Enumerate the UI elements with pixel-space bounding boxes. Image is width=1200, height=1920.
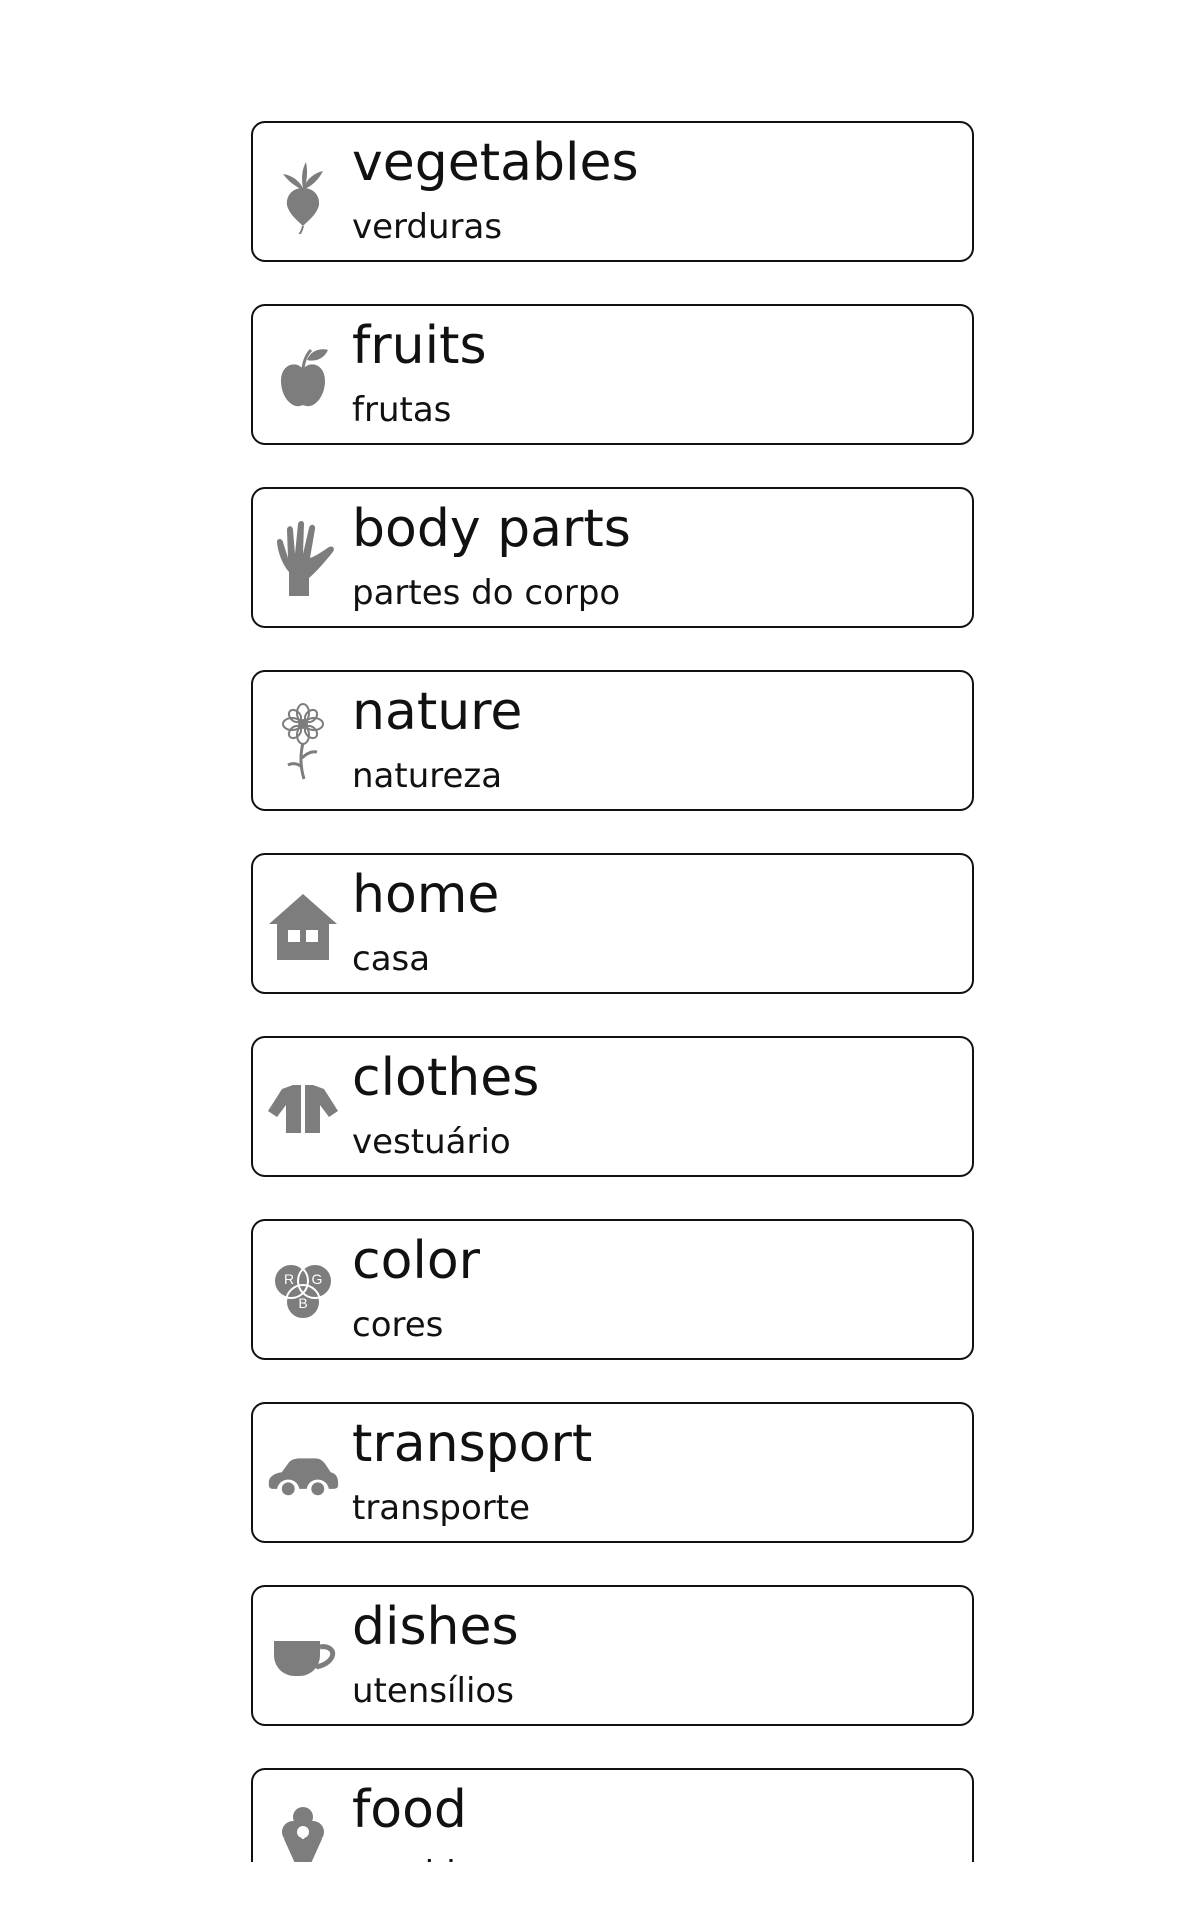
hand-icon — [267, 517, 339, 603]
category-title: fruits — [352, 316, 487, 376]
category-subtitle: partes do corpo — [352, 573, 621, 613]
category-title: transport — [352, 1414, 593, 1474]
cup-icon — [267, 1615, 339, 1701]
category-nature-button[interactable]: nature natureza — [251, 670, 974, 811]
category-title: food — [352, 1780, 467, 1840]
category-subtitle: verduras — [352, 207, 503, 247]
radish-icon — [267, 151, 339, 237]
category-transport-button[interactable]: transport transporte — [251, 1402, 974, 1543]
category-title: body parts — [352, 499, 631, 559]
category-subtitle: utensílios — [352, 1671, 514, 1711]
jacket-icon — [267, 1066, 339, 1152]
category-clothes-button[interactable]: clothes vestuário — [251, 1036, 974, 1177]
apple-icon — [267, 334, 339, 420]
category-vegetables-button[interactable]: vegetables verduras — [251, 121, 974, 262]
rgb-circles-icon: R G B — [267, 1249, 339, 1335]
rgb-letter-b: B — [298, 1295, 307, 1311]
car-icon — [267, 1432, 339, 1518]
category-subtitle: frutas — [352, 390, 452, 430]
category-subtitle: casa — [352, 939, 431, 979]
category-color-button[interactable]: R G B color cores — [251, 1219, 974, 1360]
category-home-button[interactable]: home casa — [251, 853, 974, 994]
rgb-letter-r: R — [284, 1271, 294, 1287]
category-subtitle: cores — [352, 1305, 444, 1345]
category-subtitle: vestuário — [352, 1122, 511, 1162]
category-fruits-button[interactable]: fruits frutas — [251, 304, 974, 445]
category-title: dishes — [352, 1597, 519, 1657]
category-list: vegetables verduras fruits frutas body p… — [251, 121, 974, 1862]
category-title: nature — [352, 682, 523, 742]
flower-icon — [267, 700, 339, 786]
bottom-blank-area — [0, 1862, 1200, 1920]
category-dishes-button[interactable]: dishes utensílios — [251, 1585, 974, 1726]
category-body-parts-button[interactable]: body parts partes do corpo — [251, 487, 974, 628]
category-list-viewport[interactable]: vegetables verduras fruits frutas body p… — [0, 0, 1200, 1862]
category-subtitle: transporte — [352, 1488, 531, 1528]
house-icon — [267, 883, 339, 969]
ice-cream-icon — [267, 1798, 339, 1862]
category-title: clothes — [352, 1048, 540, 1108]
category-title: color — [352, 1231, 481, 1291]
rgb-letter-g: G — [312, 1271, 323, 1287]
category-title: home — [352, 865, 500, 925]
category-food-button[interactable]: food comida — [251, 1768, 974, 1862]
category-subtitle: natureza — [352, 756, 503, 796]
category-title: vegetables — [352, 133, 639, 193]
